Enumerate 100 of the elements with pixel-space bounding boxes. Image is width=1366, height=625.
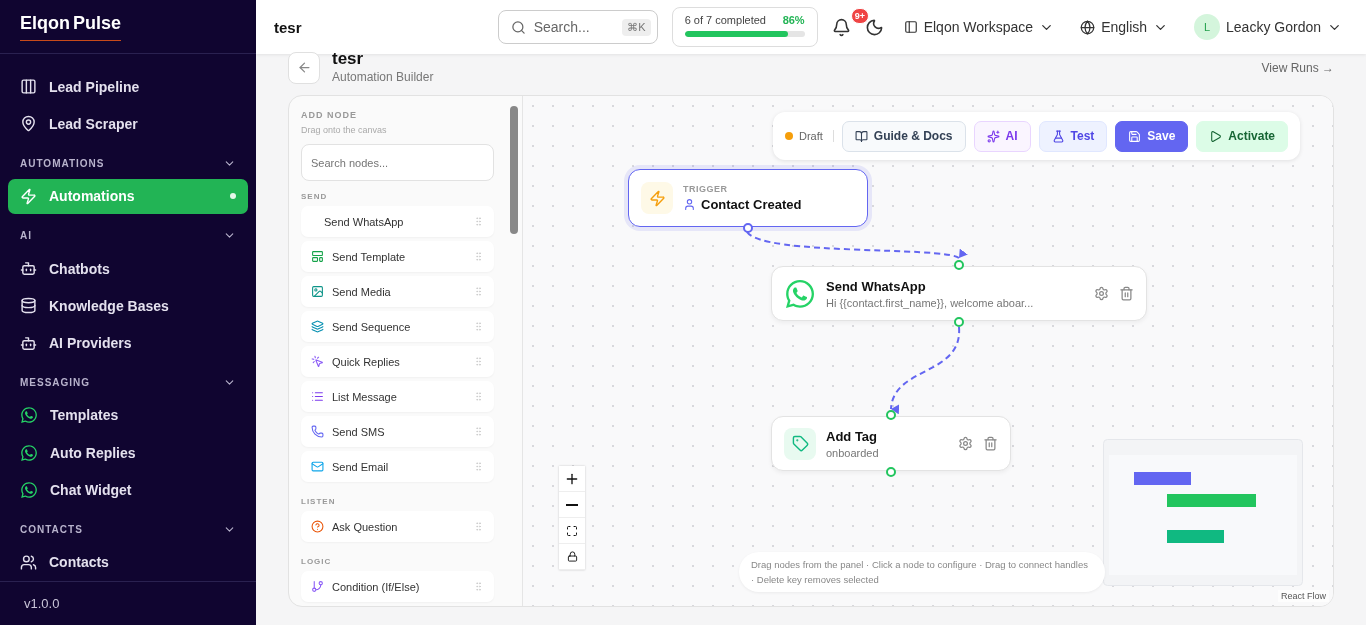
notification-count: 9+ bbox=[850, 7, 869, 24]
save-icon bbox=[1128, 129, 1142, 143]
node-title: Contact Created bbox=[701, 197, 802, 212]
user-icon bbox=[683, 198, 696, 211]
nav-item[interactable]: Knowledge Bases bbox=[8, 288, 248, 324]
view-runs-link[interactable]: View Runs → bbox=[1261, 60, 1334, 75]
fit-view-button[interactable] bbox=[559, 518, 585, 544]
workspace-dropdown[interactable]: Elqon Workspace bbox=[897, 19, 1061, 35]
nav-section-header[interactable]: MESSAGING bbox=[8, 361, 248, 397]
robot-icon bbox=[20, 334, 37, 352]
drag-handle-icon bbox=[473, 321, 484, 332]
flow-node[interactable]: Send WhatsApp Hi {{contact.first_name}}, welcome aboar... bbox=[771, 266, 1147, 321]
node-title: Add Tag bbox=[826, 428, 878, 444]
status-indicator: Draft bbox=[785, 130, 834, 142]
search-field[interactable]: Search... ⌘K bbox=[497, 10, 658, 44]
drag-handle-icon bbox=[473, 521, 484, 532]
node-palette-item[interactable]: List Message bbox=[301, 381, 494, 412]
node-palette-item[interactable]: Ask Question bbox=[301, 511, 494, 542]
section-title: LISTEN bbox=[301, 497, 337, 506]
nav-item[interactable]: Chat Widget bbox=[8, 472, 248, 508]
database-icon bbox=[20, 297, 37, 315]
drag-handle-icon bbox=[473, 581, 484, 592]
logo: Elqon Pulse bbox=[20, 12, 122, 41]
notifications-button[interactable] bbox=[831, 17, 851, 37]
branch-icon bbox=[311, 580, 324, 593]
drag-handle-icon bbox=[473, 461, 484, 472]
node-palette-item[interactable]: Send Media bbox=[301, 276, 494, 307]
lock-button[interactable] bbox=[559, 544, 585, 570]
language-dropdown[interactable]: English bbox=[1074, 19, 1175, 35]
activate-button[interactable]: Activate bbox=[1196, 120, 1289, 152]
node-palette-item[interactable]: Send SMS bbox=[301, 416, 494, 447]
nav-item[interactable]: Auto Replies bbox=[8, 435, 248, 471]
phone-icon bbox=[311, 425, 324, 438]
active-dot bbox=[230, 193, 236, 200]
drag-handle-icon bbox=[473, 216, 484, 227]
drag-handle-icon bbox=[473, 356, 484, 367]
nav-item[interactable]: Lead Pipeline bbox=[8, 69, 248, 105]
nav-item[interactable]: Contacts bbox=[8, 544, 248, 580]
map-pin-icon bbox=[20, 115, 37, 133]
guide-button[interactable]: Guide & Docs bbox=[841, 120, 966, 152]
settings-icon[interactable] bbox=[1094, 286, 1109, 301]
lightning-icon bbox=[648, 189, 666, 207]
delete-icon[interactable] bbox=[983, 436, 998, 451]
flow-node[interactable]: TRIGGER Contact Created bbox=[628, 169, 868, 227]
delete-icon[interactable] bbox=[1119, 286, 1134, 301]
zoom-out-button[interactable] bbox=[559, 492, 585, 518]
settings-icon[interactable] bbox=[958, 436, 973, 451]
avatar: L bbox=[1194, 14, 1221, 40]
whatsapp-icon bbox=[20, 443, 38, 462]
nav-item[interactable]: Lead Scraper bbox=[8, 106, 248, 142]
node-palette-item[interactable]: Send Sequence bbox=[301, 311, 494, 342]
nav-item[interactable]: Chatbots bbox=[8, 250, 248, 287]
bell-icon bbox=[831, 17, 851, 37]
back-button[interactable] bbox=[288, 51, 320, 84]
automation-title: tesr bbox=[332, 51, 365, 67]
version-label: v1.0.0 bbox=[0, 581, 256, 625]
whatsapp-icon bbox=[20, 406, 38, 425]
output-handle[interactable] bbox=[954, 317, 964, 327]
flow-node[interactable]: Add Tag onboarded bbox=[771, 416, 1011, 471]
nav-section-header[interactable]: AUTOMATIONS bbox=[8, 142, 248, 178]
zoom-in-button[interactable] bbox=[559, 466, 585, 492]
output-handle[interactable] bbox=[886, 467, 896, 477]
nav-section-header[interactable]: CONTACTS bbox=[8, 508, 248, 544]
output-handle[interactable] bbox=[743, 223, 753, 233]
node-search-field[interactable]: Search nodes... bbox=[301, 144, 494, 181]
moon-icon bbox=[864, 17, 884, 37]
node-palette-item[interactable]: Condition (If/Else) bbox=[301, 571, 494, 602]
ai-button[interactable]: AI bbox=[973, 120, 1031, 152]
node-palette-item[interactable]: Send Email bbox=[301, 451, 494, 482]
lightning-icon bbox=[20, 187, 37, 205]
node-type-label: TRIGGER bbox=[683, 184, 729, 194]
robot-icon bbox=[20, 260, 37, 278]
input-handle[interactable] bbox=[954, 260, 964, 270]
flask-icon bbox=[1051, 129, 1065, 143]
test-button[interactable]: Test bbox=[1038, 120, 1108, 152]
attribution-link[interactable]: React Flow bbox=[1278, 590, 1329, 602]
whatsapp-icon bbox=[20, 481, 38, 499]
page-title: tesr bbox=[274, 18, 302, 36]
node-palette-item[interactable]: Send Template bbox=[301, 241, 494, 272]
node-palette-item[interactable]: Quick Replies bbox=[301, 346, 494, 377]
node-subtitle: onboarded bbox=[826, 446, 880, 459]
input-handle[interactable] bbox=[886, 410, 896, 420]
theme-toggle[interactable] bbox=[864, 17, 884, 37]
nav-section-header[interactable]: AI bbox=[8, 214, 248, 250]
nav-item[interactable]: AI Providers bbox=[8, 325, 248, 361]
progress-label: 6 of 7 completed bbox=[684, 14, 766, 26]
list-icon bbox=[311, 390, 324, 403]
nav-item[interactable]: Templates bbox=[8, 397, 248, 434]
drag-handle-icon bbox=[473, 426, 484, 437]
node-palette-item[interactable]: Send WhatsApp bbox=[301, 206, 494, 237]
search-icon bbox=[510, 19, 526, 35]
canvas-hint: Drag nodes from the panel · Click a node to configure · Drag to connect handles · Delete key removes selected bbox=[739, 552, 1105, 592]
automation-subtitle: Automation Builder bbox=[332, 70, 435, 84]
save-button[interactable]: Save bbox=[1115, 120, 1189, 152]
section-title: SEND bbox=[301, 192, 329, 201]
book-icon bbox=[854, 129, 868, 143]
drag-handle-icon bbox=[473, 286, 484, 297]
pointer-click-icon bbox=[311, 355, 324, 368]
node-subtitle: Hi {{contact.first_name}}, welcome aboar... bbox=[826, 296, 1035, 309]
user-menu[interactable]: L Leacky Gordon bbox=[1188, 14, 1348, 40]
